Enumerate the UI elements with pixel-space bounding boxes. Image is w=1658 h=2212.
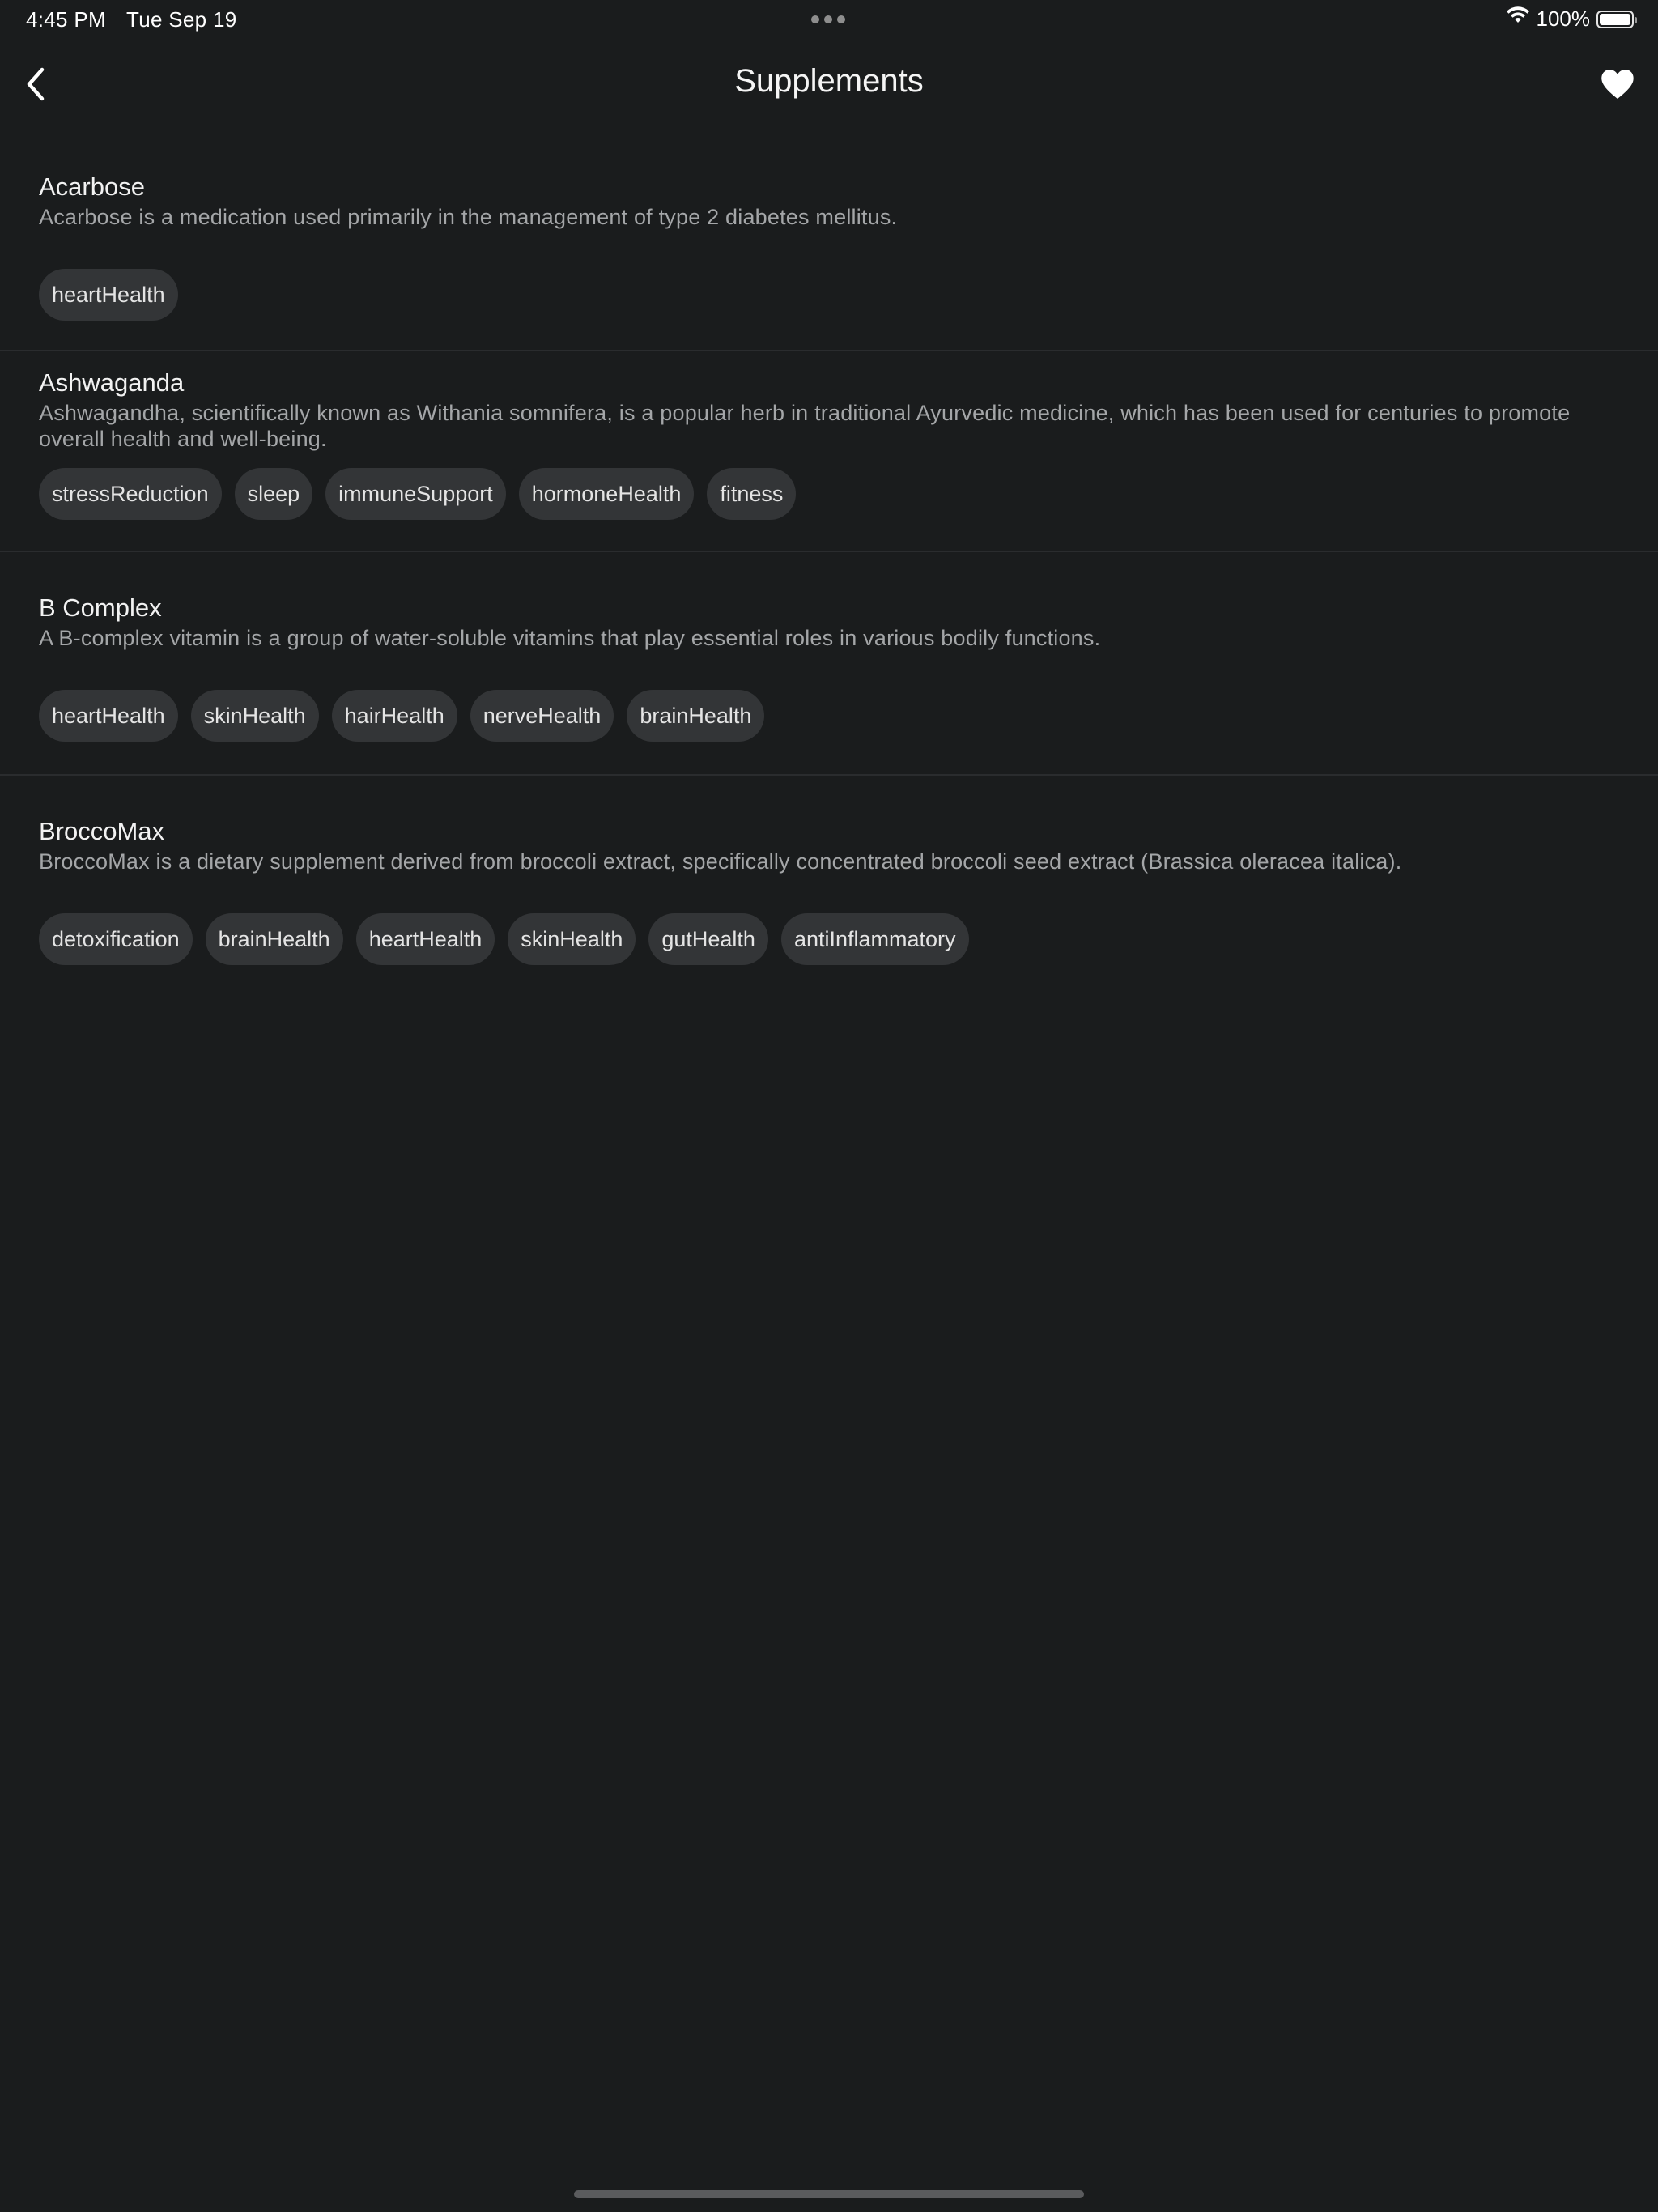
battery-icon [1596, 10, 1637, 28]
tag-list: stressReduction sleep immuneSupport horm… [39, 468, 1619, 520]
tag-chip[interactable]: detoxification [39, 913, 193, 965]
screen: 4:45 PM Tue Sep 19 100% Supplements Acar… [0, 0, 1658, 2212]
supplement-list: Acarbose Acarbose is a medication used p… [0, 146, 1658, 992]
tag-chip[interactable]: hormoneHealth [518, 468, 695, 520]
tag-list: heartHealth [39, 269, 1619, 321]
nav-bar: Supplements [0, 45, 1658, 123]
favorites-button[interactable] [1598, 66, 1637, 102]
status-left: 4:45 PM Tue Sep 19 [26, 7, 251, 32]
list-item-ashwaganda[interactable]: Ashwaganda Ashwagandha, scientifically k… [0, 351, 1658, 552]
tag-chip[interactable]: fitness [707, 468, 797, 520]
home-indicator[interactable] [574, 2190, 1084, 2198]
list-item-broccomax[interactable]: BroccoMax BroccoMax is a dietary supplem… [0, 776, 1658, 992]
tag-chip[interactable]: nerveHealth [470, 690, 614, 742]
supplement-description: A B-complex vitamin is a group of water-… [39, 626, 1101, 650]
tag-chip[interactable]: heartHealth [355, 913, 495, 965]
tag-chip[interactable]: stressReduction [39, 468, 222, 520]
supplement-description: BroccoMax is a dietary supplement derive… [39, 849, 1402, 874]
status-date: Tue Sep 19 [126, 7, 237, 32]
supplement-description: Ashwagandha, scientifically known as Wit… [39, 401, 1571, 451]
supplement-name: Ashwaganda [39, 368, 185, 397]
tag-chip[interactable]: hairHealth [331, 690, 457, 742]
status-right: 100% [1506, 6, 1637, 32]
tag-chip[interactable]: antiInflammatory [780, 913, 969, 965]
tag-chip[interactable]: brainHealth [627, 690, 765, 742]
list-item-b-complex[interactable]: B Complex A B-complex vitamin is a group… [0, 552, 1658, 776]
status-time: 4:45 PM [26, 7, 106, 32]
tag-chip[interactable]: gutHealth [648, 913, 768, 965]
tag-chip[interactable]: skinHealth [508, 913, 636, 965]
supplement-name: BroccoMax [39, 817, 165, 845]
supplement-name: Acarbose [39, 172, 145, 201]
tag-chip[interactable]: sleep [234, 468, 313, 520]
heart-icon [1601, 70, 1634, 99]
status-bar: 4:45 PM Tue Sep 19 100% [0, 0, 1658, 39]
supplement-description: Acarbose is a medication used primarily … [39, 205, 898, 229]
page-title: Supplements [734, 63, 924, 99]
tag-list: detoxification brainHealth heartHealth s… [39, 913, 1619, 965]
tag-chip[interactable]: skinHealth [190, 690, 319, 742]
list-item-acarbose[interactable]: Acarbose Acarbose is a medication used p… [0, 146, 1658, 351]
tag-chip[interactable]: immuneSupport [325, 468, 506, 520]
tag-chip[interactable]: heartHealth [39, 269, 178, 321]
wifi-icon [1506, 6, 1530, 32]
multitasking-dots-icon[interactable] [811, 15, 845, 23]
tag-chip[interactable]: heartHealth [39, 690, 178, 742]
tag-chip[interactable]: brainHealth [205, 913, 343, 965]
battery-percent: 100% [1536, 6, 1591, 31]
tag-list: heartHealth skinHealth hairHealth nerveH… [39, 690, 1619, 742]
supplement-name: B Complex [39, 593, 162, 622]
